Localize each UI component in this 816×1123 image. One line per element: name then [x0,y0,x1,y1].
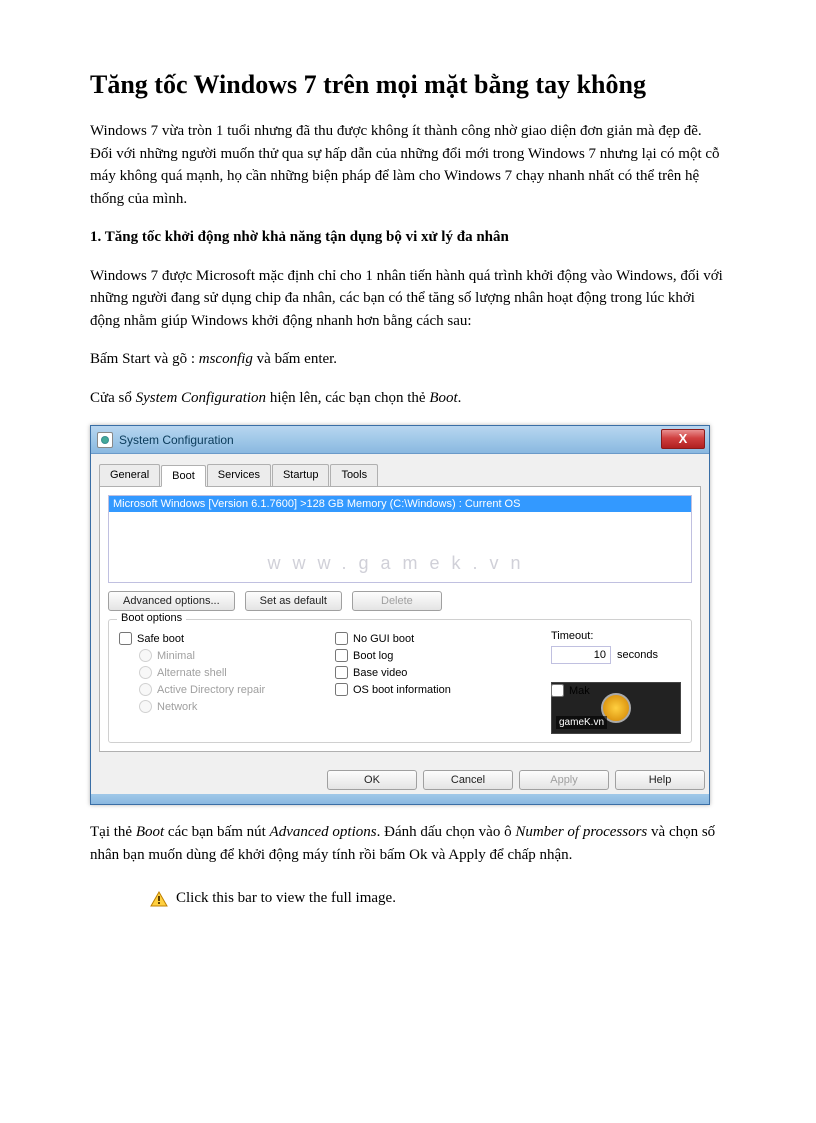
safe-boot-input[interactable] [119,632,132,645]
minimal-radio: Minimal [139,647,307,664]
ad-repair-radio: Active Directory repair [139,681,307,698]
ad-repair-input [139,683,152,696]
timeout-unit: seconds [617,649,658,661]
network-radio: Network [139,698,307,715]
text: và bấm enter. [253,351,337,367]
boot-log-checkbox[interactable]: Boot log [335,647,523,664]
label: Safe boot [137,633,184,645]
advanced-options-button[interactable]: Advanced options... [108,591,235,611]
paragraph-3: Bấm Start và gõ : msconfig và bấm enter. [90,348,726,371]
label: Network [157,701,197,713]
close-button[interactable]: X [661,429,705,449]
timeout-label: Timeout: [551,630,681,642]
window-body: General Boot Services Startup Tools Micr… [91,454,709,760]
make-permanent-checkbox[interactable]: Mak [551,682,590,699]
text: . [458,390,462,406]
label: No GUI boot [353,633,414,645]
text: hiện lên, các bạn chọn thẻ [266,390,429,406]
altshell-input [139,666,152,679]
timeout-input[interactable] [551,646,611,664]
label: Minimal [157,650,195,662]
window-titlebar[interactable]: System Configuration X [91,426,709,454]
tab-boot[interactable]: Boot [161,465,206,487]
intro-paragraph: Windows 7 vừa tròn 1 tuổi nhưng đã thu đ… [90,120,726,210]
no-gui-boot-checkbox[interactable]: No GUI boot [335,630,523,647]
tab-content: Microsoft Windows [Version 6.1.7600] >12… [99,487,701,752]
text: Tại thẻ [90,824,136,840]
text: . Đánh dấu chọn vào ô [377,824,516,840]
base-video-checkbox[interactable]: Base video [335,664,523,681]
window-title: System Configuration [119,433,234,447]
text: Bấm Start và gõ : [90,351,199,367]
badge-text: gameK.vn [556,716,607,729]
text: các bạn bấm nút [164,824,269,840]
os-boot-info-checkbox[interactable]: OS boot information [335,681,523,698]
label: OS boot information [353,684,451,696]
boot-log-input[interactable] [335,649,348,662]
click-bar[interactable]: Click this bar to view the full image. [150,890,726,907]
label: Base video [353,667,407,679]
paragraph-5: Tại thẻ Boot các bạn bấm nút Advanced op… [90,821,726,866]
tab-tools[interactable]: Tools [330,464,378,486]
window-bottom-border [91,794,709,804]
text: Cửa sổ [90,390,136,406]
ok-button[interactable]: OK [327,770,417,790]
help-button[interactable]: Help [615,770,705,790]
set-default-button[interactable]: Set as default [245,591,342,611]
tab-general[interactable]: General [99,464,160,486]
altshell-radio: Alternate shell [139,664,307,681]
italic-advopt: Advanced options [270,824,377,840]
minimal-input [139,649,152,662]
safe-boot-checkbox[interactable]: Safe boot [119,630,307,647]
system-configuration-window: System Configuration X General Boot Serv… [90,425,710,805]
italic-sysconfig: System Configuration [136,390,266,406]
tab-services[interactable]: Services [207,464,271,486]
tabstrip: General Boot Services Startup Tools [99,464,701,487]
boot-options-group: Boot options Safe boot Minimal Alternate… [108,619,692,743]
label: Active Directory repair [157,684,265,696]
italic-boot2: Boot [136,824,164,840]
window-icon [97,432,113,448]
make-permanent-input[interactable] [551,684,564,697]
group-title: Boot options [117,612,186,624]
base-video-input[interactable] [335,666,348,679]
os-list-item[interactable]: Microsoft Windows [Version 6.1.7600] >12… [109,496,691,512]
network-input [139,700,152,713]
delete-button[interactable]: Delete [352,591,442,611]
no-gui-input[interactable] [335,632,348,645]
label: Mak [569,685,590,697]
os-listbox[interactable]: Microsoft Windows [Version 6.1.7600] >12… [108,495,692,583]
cancel-button[interactable]: Cancel [423,770,513,790]
apply-button[interactable]: Apply [519,770,609,790]
os-boot-info-input[interactable] [335,683,348,696]
label: Alternate shell [157,667,227,679]
page-title: Tăng tốc Windows 7 trên mọi mặt bằng tay… [90,70,726,100]
italic-boot: Boot [429,390,457,406]
warning-icon [150,891,168,907]
cmd-msconfig: msconfig [199,351,253,367]
dialog-buttons: OK Cancel Apply Help [91,760,709,794]
tab-startup[interactable]: Startup [272,464,329,486]
section-heading-1: 1. Tăng tốc khởi động nhờ khả năng tận d… [90,226,726,249]
label: Boot log [353,650,393,662]
paragraph-2: Windows 7 được Microsoft mặc định chỉ ch… [90,265,726,333]
paragraph-4: Cửa sổ System Configuration hiện lên, cá… [90,387,726,410]
italic-numproc: Number of processors [515,824,647,840]
click-bar-text: Click this bar to view the full image. [176,890,396,907]
